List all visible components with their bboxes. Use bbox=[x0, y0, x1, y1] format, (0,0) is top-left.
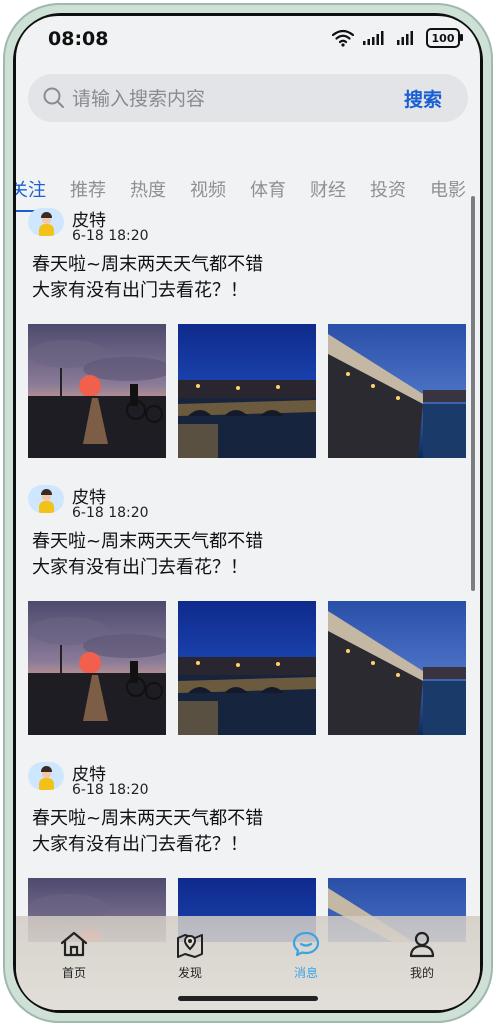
home-icon bbox=[60, 931, 88, 957]
search-button[interactable]: 搜索 bbox=[404, 85, 442, 112]
post-text: 春天啦~周末两天天气都不错 大家有没有出门去看花？！ bbox=[32, 254, 264, 301]
wifi-icon bbox=[332, 29, 354, 47]
post-text: 春天啦~周末两天天气都不错 大家有没有出门去看花？！ bbox=[32, 531, 264, 578]
battery-indicator: 100 bbox=[426, 28, 463, 48]
post-card[interactable]: 皮特 6-18 18:20 春天啦~周末两天天气都不错 大家有没有出门去看花？！ bbox=[16, 736, 480, 942]
nav-discover-label: 发现 bbox=[177, 966, 202, 980]
status-time: 08:08 bbox=[48, 28, 109, 50]
post-text: 春天啦~周末两天天气都不错 大家有没有出门去看花？！ bbox=[32, 808, 264, 855]
person-icon bbox=[409, 931, 435, 958]
post-photos bbox=[28, 324, 468, 458]
post-feed: 皮特 6-18 18:20 春天啦~周末两天天气都不错 大家有没有出门去看花？！ bbox=[16, 182, 480, 942]
message-icon bbox=[292, 931, 320, 957]
nav-profile-label: 我的 bbox=[409, 966, 434, 980]
nav-home-label: 首页 bbox=[61, 966, 86, 980]
post-date: 6-18 18:20 bbox=[72, 782, 149, 798]
search-input[interactable] bbox=[70, 82, 374, 116]
nav-profile[interactable]: 我的 bbox=[382, 930, 462, 981]
post-photo-river[interactable] bbox=[328, 601, 466, 735]
map-icon bbox=[177, 934, 203, 958]
post-photo-river[interactable] bbox=[328, 324, 466, 458]
signal-icon-2 bbox=[397, 31, 413, 45]
avatar[interactable] bbox=[28, 762, 64, 790]
feed-scrollbar[interactable] bbox=[471, 196, 475, 591]
bottom-nav: 首页 发现 消息 我的 bbox=[16, 916, 480, 1010]
search-bar: 搜索 bbox=[28, 74, 468, 122]
home-indicator[interactable] bbox=[178, 996, 318, 1001]
status-bar: 08:08 100 bbox=[16, 16, 480, 64]
post-card[interactable]: 皮特 6-18 18:20 春天啦~周末两天天气都不错 大家有没有出门去看花？！ bbox=[16, 459, 480, 736]
post-date: 6-18 18:20 bbox=[72, 228, 149, 244]
post-date: 6-18 18:20 bbox=[72, 505, 149, 521]
nav-messages-label: 消息 bbox=[293, 966, 318, 980]
post-photo-sunset[interactable] bbox=[28, 601, 166, 735]
nav-home[interactable]: 首页 bbox=[34, 930, 114, 981]
avatar[interactable] bbox=[28, 485, 64, 513]
app-screen: 08:08 100 请输入搜索内容 搜索 关注 推荐 热度 视频 体育 财经 投… bbox=[16, 16, 480, 1010]
post-photo-bridge[interactable] bbox=[178, 324, 316, 458]
post-photo-sunset[interactable] bbox=[28, 324, 166, 458]
avatar[interactable] bbox=[28, 208, 64, 236]
search-icon bbox=[43, 87, 64, 108]
post-photos bbox=[28, 601, 468, 735]
nav-messages[interactable]: 消息 bbox=[266, 930, 346, 981]
nav-discover[interactable]: 发现 bbox=[150, 930, 230, 981]
signal-icon bbox=[363, 31, 384, 45]
post-card[interactable]: 皮特 6-18 18:20 春天啦~周末两天天气都不错 大家有没有出门去看花？！ bbox=[16, 182, 480, 459]
post-photo-bridge[interactable] bbox=[178, 601, 316, 735]
status-icons: 100 bbox=[332, 28, 463, 48]
